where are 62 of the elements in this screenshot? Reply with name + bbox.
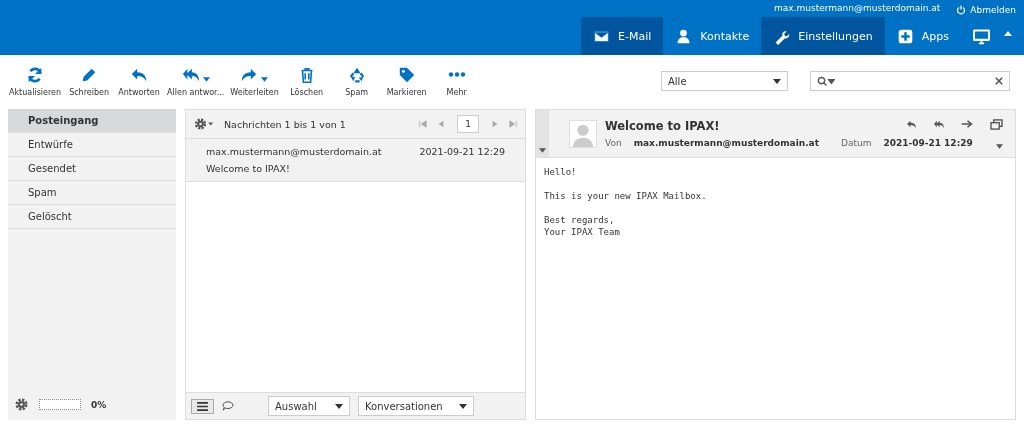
speech-bubble-icon[interactable]	[222, 401, 234, 411]
toolbar-button[interactable]: Antworten	[114, 65, 165, 97]
nav-tab[interactable]: Apps	[884, 17, 961, 55]
sender-address: max.mustermann@musterdomain.at	[633, 138, 819, 148]
logout-link[interactable]: Abmelden	[956, 3, 1016, 17]
settings-icon[interactable]	[14, 397, 29, 412]
reply-all-icon[interactable]	[933, 118, 945, 130]
message-body: Hello! This is your new IPAX Mailbox. Best regards, Your IPAX Team	[544, 166, 707, 238]
dropdown[interactable]: Auswahl	[268, 396, 350, 416]
folder-item[interactable]: Entwürfe	[8, 133, 176, 157]
power-icon	[956, 5, 967, 15]
date-label: Datum	[840, 138, 872, 148]
search-field[interactable]	[810, 71, 1010, 91]
toolbar-button[interactable]: Allen antwor...	[164, 65, 228, 97]
toolbar-button[interactable]: Mehr	[431, 65, 482, 97]
more-icon	[447, 72, 466, 77]
toolbar-button[interactable]: Schreiben	[64, 65, 115, 97]
list-icon	[197, 401, 208, 411]
message-row[interactable]: max.mustermann@musterdomain.at 2021-09-21 12:29 Welcome to IPAX!	[186, 139, 525, 182]
settings-icon[interactable]	[194, 117, 214, 131]
caret-icon[interactable]	[202, 76, 210, 82]
message-subject: Welcome to IPAX!	[206, 163, 290, 174]
refresh-icon	[26, 65, 45, 84]
toolbar-button[interactable]: Markieren	[381, 65, 432, 97]
list-view-button[interactable]	[191, 398, 214, 414]
caret-icon[interactable]	[996, 143, 1003, 149]
toolbar-button[interactable]: Weiterleiten	[227, 65, 282, 97]
avatar-icon	[569, 119, 597, 148]
toolbar-button[interactable]: Spam	[331, 65, 382, 97]
forward-icon[interactable]	[961, 118, 974, 129]
quota-reading: 0%	[91, 399, 107, 410]
monitor-icon	[973, 27, 990, 45]
folder-item[interactable]: Gelöscht	[8, 205, 176, 229]
toolbar-button[interactable]: Aktualisieren	[6, 65, 65, 97]
caret-icon[interactable]	[261, 76, 269, 82]
caret-icon	[459, 403, 467, 409]
nav-tab[interactable]: Kontakte	[663, 17, 762, 55]
new-window-icon[interactable]	[990, 118, 1003, 130]
folder-item[interactable]: Posteingang	[8, 109, 176, 133]
message-count: Nachrichten 1 bis 1 von 1	[224, 118, 346, 130]
caret-icon[interactable]	[1004, 30, 1012, 36]
collapse-icon[interactable]	[539, 148, 546, 153]
user-email: max.mustermann@musterdomain.at	[774, 3, 941, 15]
folder-item[interactable]: Gesendet	[8, 157, 176, 181]
message-date: 2021-09-21 12:29	[419, 145, 505, 159]
from-label: Von	[605, 138, 622, 148]
folder-item[interactable]: Spam	[8, 181, 176, 205]
filter-dropdown[interactable]: Alle	[661, 71, 788, 91]
page-field[interactable]: 1	[457, 115, 479, 133]
search-icon[interactable]	[817, 75, 835, 87]
plus-icon	[896, 27, 914, 45]
nav-tab[interactable]: Einstellungen	[761, 17, 885, 55]
message-sender: max.mustermann@musterdomain.at	[206, 145, 382, 159]
toolbar-button[interactable]: Löschen	[281, 65, 332, 97]
clear-icon[interactable]	[995, 77, 1003, 85]
dropdown[interactable]: Konversationen	[358, 396, 474, 416]
caret-icon	[335, 403, 343, 409]
message-date: 2021-09-21 12:29	[883, 138, 973, 148]
caret-icon	[773, 78, 781, 84]
nav-tab[interactable]: E-Mail	[581, 17, 664, 55]
message-title: Welcome to IPAX!	[605, 118, 720, 133]
tag-icon	[397, 65, 416, 84]
